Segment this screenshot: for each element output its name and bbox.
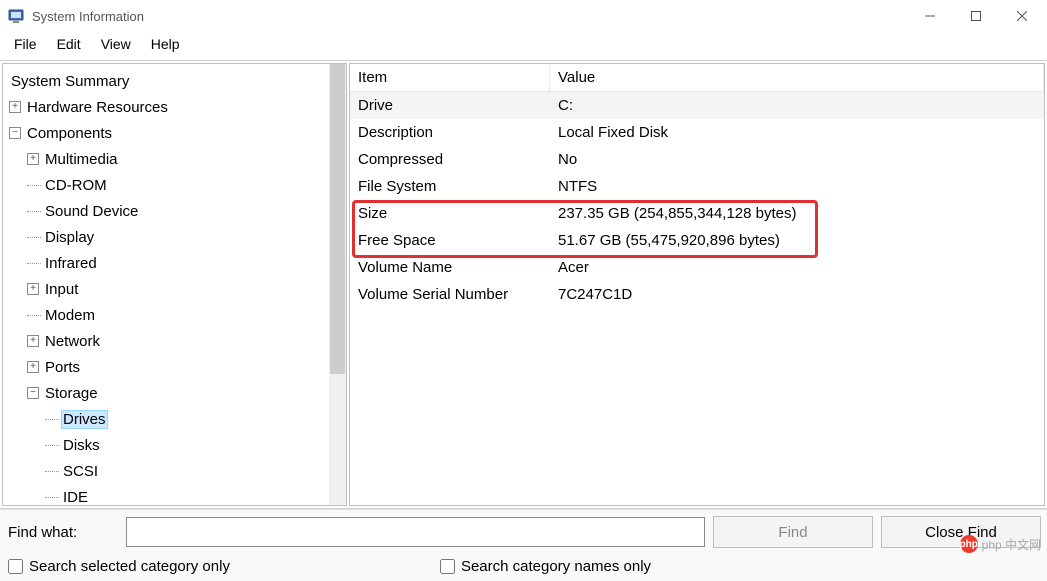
tree-item-cdrom[interactable]: CD-ROM [3, 172, 346, 198]
cell-value: 51.67 GB (55,475,920,896 bytes) [550, 232, 1044, 249]
tree-item-scsi[interactable]: SCSI [3, 458, 346, 484]
minimize-button[interactable] [907, 1, 953, 31]
menubar: File Edit View Help [0, 32, 1047, 60]
checkbox-search-selected-category[interactable]: Search selected category only [8, 558, 230, 575]
plus-icon[interactable]: + [27, 153, 39, 165]
window-title: System Information [32, 9, 144, 24]
table-row[interactable]: File SystemNTFS [350, 173, 1044, 200]
tree-item-modem[interactable]: Modem [3, 302, 346, 328]
minus-icon[interactable]: − [27, 387, 39, 399]
find-label: Find what: [6, 524, 118, 541]
table-row[interactable]: Free Space51.67 GB (55,475,920,896 bytes… [350, 227, 1044, 254]
details-panel: Item Value DriveC: DescriptionLocal Fixe… [349, 63, 1045, 506]
cell-item: Volume Name [350, 259, 550, 276]
table-header: Item Value [350, 64, 1044, 92]
tree-panel: System Summary +Hardware Resources −Comp… [2, 63, 347, 506]
tree-item-components[interactable]: −Components [3, 120, 346, 146]
tree-item-hardware-resources[interactable]: +Hardware Resources [3, 94, 346, 120]
menu-view[interactable]: View [91, 34, 141, 54]
tree-item-infrared[interactable]: Infrared [3, 250, 346, 276]
plus-icon[interactable]: + [27, 335, 39, 347]
tree-item-ide[interactable]: IDE [3, 484, 346, 506]
table-row[interactable]: Size237.35 GB (254,855,344,128 bytes) [350, 200, 1044, 227]
cell-item: File System [350, 178, 550, 195]
checkbox-label: Search selected category only [29, 558, 230, 575]
menu-edit[interactable]: Edit [47, 34, 91, 54]
close-button[interactable] [999, 1, 1045, 31]
checkbox-input[interactable] [8, 559, 23, 574]
cell-item: Size [350, 205, 550, 222]
scrollbar-thumb[interactable] [330, 64, 345, 374]
tree-item-network[interactable]: +Network [3, 328, 346, 354]
table-row[interactable]: Volume NameAcer [350, 254, 1044, 281]
tree-scrollbar[interactable] [329, 64, 346, 505]
column-header-value[interactable]: Value [550, 64, 1044, 91]
menu-file[interactable]: File [4, 34, 47, 54]
main-content: System Summary +Hardware Resources −Comp… [0, 60, 1047, 509]
cell-item: Description [350, 124, 550, 141]
cell-value: NTFS [550, 178, 1044, 195]
cell-value: No [550, 151, 1044, 168]
tree-item-display[interactable]: Display [3, 224, 346, 250]
plus-icon[interactable]: + [9, 101, 21, 113]
titlebar: System Information [0, 0, 1047, 32]
cell-item: Drive [350, 97, 550, 114]
minus-icon[interactable]: − [9, 127, 21, 139]
find-input[interactable] [126, 517, 705, 547]
table-row[interactable]: Volume Serial Number7C247C1D [350, 281, 1044, 308]
tree-item-ports[interactable]: +Ports [3, 354, 346, 380]
menu-help[interactable]: Help [141, 34, 190, 54]
close-find-button[interactable]: Close Find [881, 516, 1041, 548]
tree-item-input[interactable]: +Input [3, 276, 346, 302]
cell-item: Volume Serial Number [350, 286, 550, 303]
window-controls [907, 1, 1045, 31]
table-row[interactable]: DescriptionLocal Fixed Disk [350, 119, 1044, 146]
checkbox-input[interactable] [440, 559, 455, 574]
tree-item-multimedia[interactable]: +Multimedia [3, 146, 346, 172]
plus-icon[interactable]: + [27, 361, 39, 373]
tree-item-disks[interactable]: Disks [3, 432, 346, 458]
cell-value: Local Fixed Disk [550, 124, 1044, 141]
checkbox-label: Search category names only [461, 558, 651, 575]
table-row[interactable]: DriveC: [350, 92, 1044, 119]
cell-item: Free Space [350, 232, 550, 249]
table-row[interactable]: CompressedNo [350, 146, 1044, 173]
cell-value: 7C247C1D [550, 286, 1044, 303]
find-button[interactable]: Find [713, 516, 873, 548]
tree-item-sound-device[interactable]: Sound Device [3, 198, 346, 224]
plus-icon[interactable]: + [27, 283, 39, 295]
tree-item-system-summary[interactable]: System Summary [3, 68, 346, 94]
checkbox-search-category-names[interactable]: Search category names only [440, 558, 651, 575]
table-body: DriveC: DescriptionLocal Fixed Disk Comp… [350, 92, 1044, 308]
app-icon [8, 8, 24, 24]
cell-value: Acer [550, 259, 1044, 276]
maximize-button[interactable] [953, 1, 999, 31]
tree-item-drives[interactable]: Drives [3, 406, 346, 432]
find-bar: Find what: Find Close Find Search select… [0, 509, 1047, 581]
cell-value: C: [550, 97, 1044, 114]
column-header-item[interactable]: Item [350, 64, 550, 91]
cell-value: 237.35 GB (254,855,344,128 bytes) [550, 205, 1044, 222]
tree-item-storage[interactable]: −Storage [3, 380, 346, 406]
cell-item: Compressed [350, 151, 550, 168]
